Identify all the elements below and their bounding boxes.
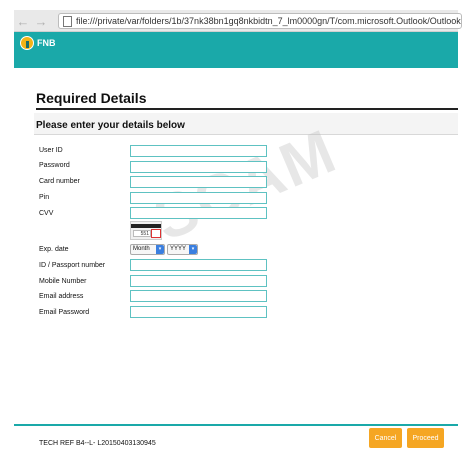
- cancel-button[interactable]: Cancel: [369, 428, 402, 448]
- card-number-label: Card number: [39, 178, 80, 185]
- mobile-label: Mobile Number: [39, 278, 87, 285]
- email-label: Email address: [39, 293, 84, 300]
- email-input[interactable]: [130, 290, 267, 302]
- card-signature-strip: 551: [133, 230, 151, 237]
- mobile-input[interactable]: [130, 275, 267, 287]
- arrow-left-icon[interactable]: ←: [16, 13, 30, 29]
- user-id-label: User ID: [39, 147, 63, 154]
- id-passport-input[interactable]: [130, 259, 267, 271]
- footer-divider: [14, 424, 458, 426]
- arrow-right-icon[interactable]: →: [34, 13, 48, 29]
- exp-year-value: YYYY: [170, 246, 187, 252]
- user-id-input[interactable]: [130, 145, 267, 157]
- chevron-down-icon: ▾: [189, 245, 197, 254]
- exp-month-value: Month: [133, 246, 150, 252]
- email-password-input[interactable]: [130, 306, 267, 318]
- tech-ref-text: TECH REF B4--L- L20150403130945: [39, 440, 156, 447]
- document-icon: [63, 15, 72, 27]
- pin-label: Pin: [39, 194, 50, 201]
- address-bar[interactable]: file:///private/var/folders/1b/37nk38bn1…: [58, 13, 462, 29]
- section-title: Please enter your details below: [36, 120, 185, 131]
- proceed-button[interactable]: Proceed: [407, 428, 444, 448]
- fnb-header-bar: FNB: [14, 32, 458, 68]
- card-number-input[interactable]: [130, 176, 267, 188]
- email-password-label: Email Password: [39, 309, 90, 316]
- cvv-card-image: 551: [130, 221, 162, 240]
- title-divider: [36, 108, 458, 110]
- fnb-logo: FNB: [20, 36, 56, 50]
- password-input[interactable]: [130, 161, 267, 173]
- exp-month-select[interactable]: Month ▾: [130, 244, 165, 255]
- url-text: file:///private/var/folders/1b/37nk38bn1…: [76, 16, 461, 26]
- cvv-input[interactable]: [130, 207, 267, 219]
- exp-year-select[interactable]: YYYY ▾: [167, 244, 198, 255]
- card-cvv-highlight: [151, 229, 161, 238]
- card-magnetic-stripe: [131, 224, 161, 228]
- brand-name: FNB: [37, 38, 56, 48]
- id-passport-label: ID / Passport number: [39, 262, 106, 269]
- page-title: Required Details: [36, 90, 147, 106]
- cvv-label: CVV: [39, 210, 54, 217]
- chevron-down-icon: ▾: [156, 245, 164, 254]
- pin-input[interactable]: [130, 192, 267, 204]
- browser-toolbar: ← → file:///private/var/folders/1b/37nk3…: [14, 10, 462, 32]
- password-label: Password: [39, 162, 70, 169]
- acacia-tree-icon: [20, 36, 34, 50]
- exp-date-label: Exp. date: [39, 246, 69, 253]
